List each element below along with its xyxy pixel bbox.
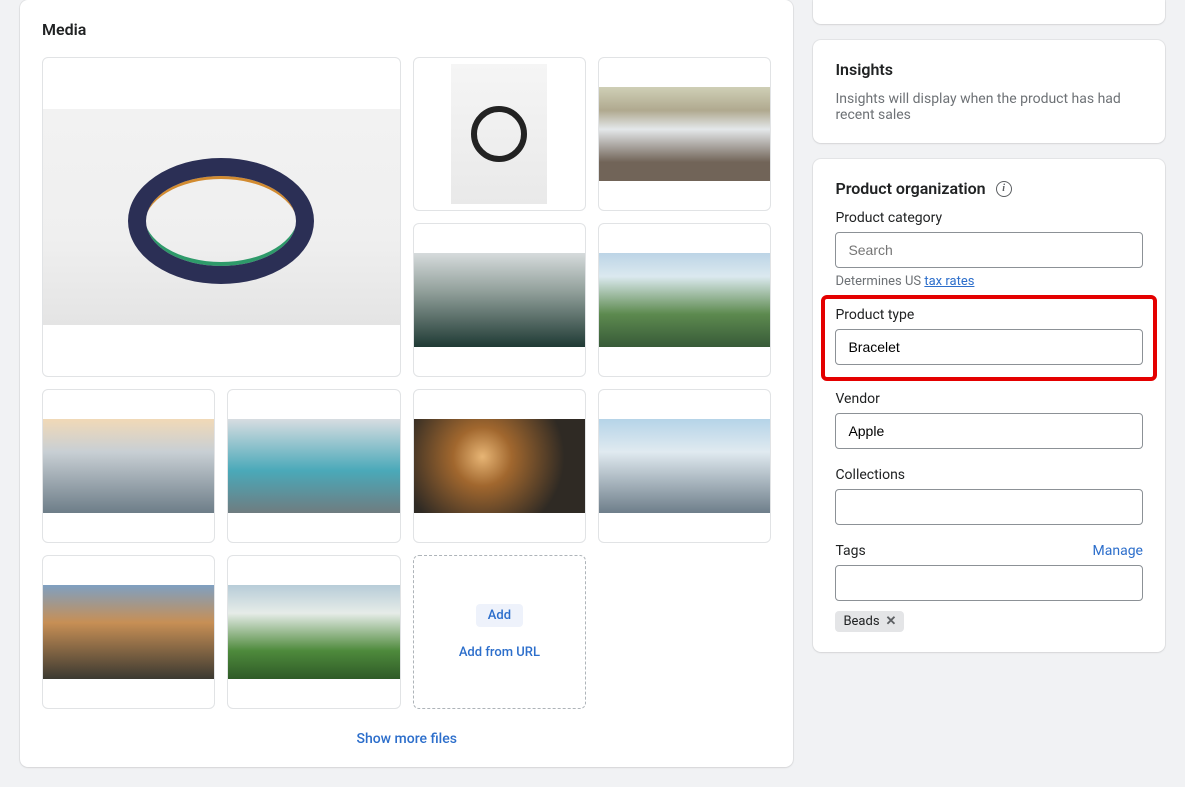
tags-field: Tags Manage (835, 543, 1143, 601)
media-thumb-2[interactable] (413, 57, 586, 211)
media-thumb-10[interactable] (42, 555, 215, 709)
media-grid: Add Add from URL (42, 57, 771, 709)
vendor-input[interactable] (835, 413, 1143, 449)
add-from-url-link[interactable]: Add from URL (459, 645, 540, 660)
product-category-help: Determines US tax rates (835, 274, 1143, 289)
tag-pill-beads[interactable]: Beads ✕ (835, 611, 904, 632)
tags-label: Tags (835, 543, 865, 559)
media-thumb-6[interactable] (42, 389, 215, 543)
media-thumb-7[interactable] (227, 389, 400, 543)
media-thumb-5[interactable] (598, 223, 771, 377)
media-thumb-4[interactable] (413, 223, 586, 377)
vendor-label: Vendor (835, 391, 1143, 407)
insights-heading: Insights (835, 60, 1143, 79)
tag-pill-label: Beads (843, 614, 879, 629)
prior-sidebar-card (813, 0, 1165, 24)
media-thumb-1[interactable] (42, 57, 401, 377)
collections-input[interactable] (835, 489, 1143, 525)
collections-label: Collections (835, 467, 1143, 483)
product-organization-heading: Product organization i (835, 179, 1143, 198)
media-card: Media Add Add from URL Show more files (20, 0, 793, 767)
close-icon[interactable]: ✕ (886, 614, 897, 629)
media-thumb-9[interactable] (598, 389, 771, 543)
product-category-input[interactable] (835, 232, 1143, 268)
media-thumb-3[interactable] (598, 57, 771, 211)
vendor-field: Vendor (835, 391, 1143, 449)
insights-empty-text: Insights will display when the product h… (835, 91, 1143, 123)
tax-rates-link[interactable]: tax rates (924, 274, 974, 289)
product-category-field: Product category Determines US tax rates (835, 210, 1143, 289)
insights-card: Insights Insights will display when the … (813, 40, 1165, 143)
show-more-files-link[interactable]: Show more files (42, 731, 771, 747)
media-thumb-11[interactable] (227, 555, 400, 709)
product-category-label: Product category (835, 210, 1143, 226)
tags-input[interactable] (835, 565, 1143, 601)
product-type-input[interactable] (835, 329, 1143, 365)
product-type-field-highlighted: Product type (821, 295, 1157, 381)
product-type-label: Product type (835, 307, 1143, 323)
media-heading: Media (42, 20, 771, 39)
manage-tags-link[interactable]: Manage (1093, 543, 1143, 559)
info-icon[interactable]: i (996, 181, 1012, 197)
media-add-tile[interactable]: Add Add from URL (413, 555, 586, 709)
media-thumb-8[interactable] (413, 389, 586, 543)
collections-field: Collections (835, 467, 1143, 525)
add-button[interactable]: Add (476, 604, 523, 627)
product-organization-card: Product organization i Product category … (813, 159, 1165, 652)
